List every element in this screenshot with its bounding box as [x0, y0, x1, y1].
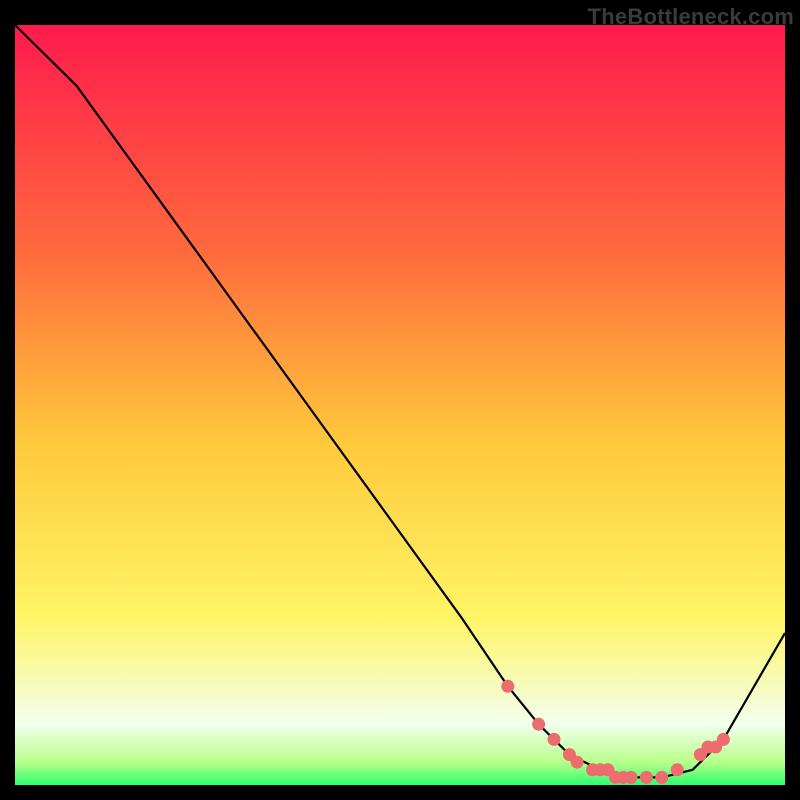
- dot: [655, 771, 668, 784]
- dot: [671, 763, 684, 776]
- dot: [640, 771, 653, 784]
- dot: [625, 771, 638, 784]
- plot-area: [15, 25, 785, 785]
- chart-svg: [15, 25, 785, 785]
- dot: [717, 733, 730, 746]
- dot: [571, 756, 584, 769]
- dot: [532, 718, 545, 731]
- watermark-text: TheBottleneck.com: [588, 4, 794, 30]
- chart-frame: TheBottleneck.com: [0, 0, 800, 800]
- gradient-background: [15, 25, 785, 785]
- dot: [548, 733, 561, 746]
- dot: [501, 680, 514, 693]
